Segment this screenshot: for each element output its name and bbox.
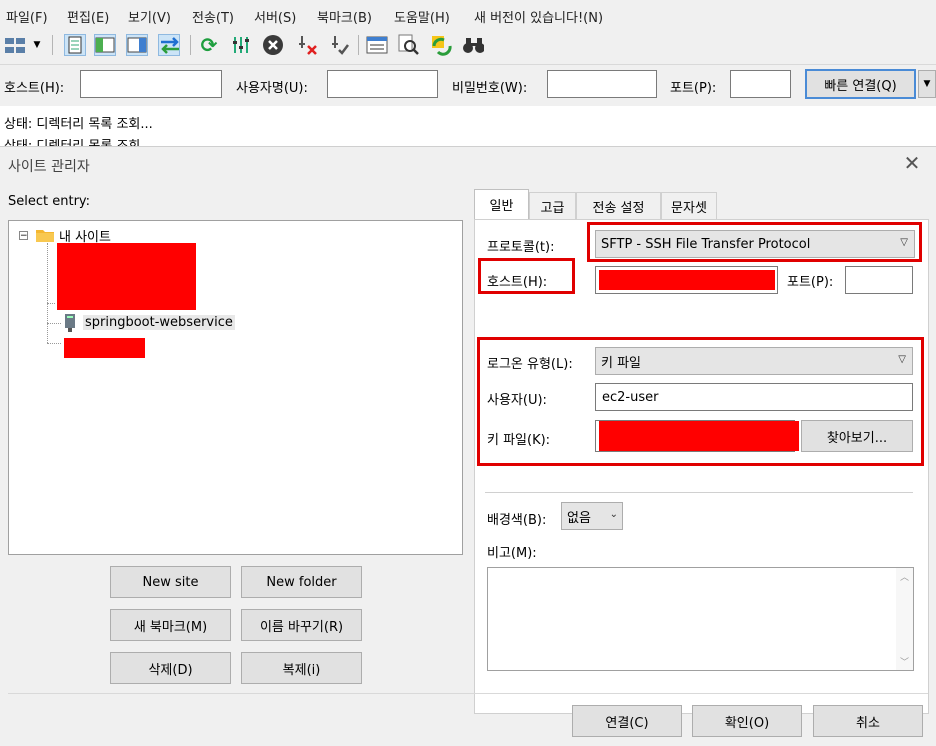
filter-icon[interactable] — [230, 34, 252, 56]
transfer-queue-icon[interactable] — [158, 34, 180, 56]
new-bookmark-button[interactable]: 새 북마크(M) — [110, 609, 231, 641]
close-icon[interactable]: ✕ — [900, 151, 924, 175]
server-icon — [64, 313, 76, 337]
directory-listing-icon[interactable] — [366, 34, 388, 56]
tab-advanced[interactable]: 고급 — [529, 192, 576, 219]
binoculars-icon[interactable] — [462, 34, 484, 56]
chevron-down-icon[interactable]: ﹀ — [900, 655, 909, 668]
log-line: 상태: 디렉터리 목록 조회... — [4, 117, 153, 132]
comments-label: 비고(M): — [487, 546, 537, 561]
menu-edit[interactable]: 편집(E) — [67, 7, 109, 26]
chevron-down-icon[interactable]: ▼ — [30, 34, 44, 56]
comments-textarea[interactable]: ︿ ﹀ — [487, 567, 914, 671]
dialog-title: 사이트 관리자 — [8, 159, 90, 175]
menu-help[interactable]: 도움말(H) — [394, 7, 450, 26]
search-icon[interactable] — [398, 34, 420, 56]
menu-new-version[interactable]: 새 버전이 있습니다!(N) — [474, 7, 603, 26]
qc-pass-label: 비밀번호(W): — [452, 81, 528, 96]
select-entry-label: Select entry: — [8, 194, 91, 209]
folder-icon — [35, 227, 55, 247]
qc-user-label: 사용자명(U): — [236, 81, 308, 96]
highlight-box — [477, 337, 924, 466]
redacted-site-entry — [64, 338, 145, 358]
quickconnect-dropdown-icon[interactable]: ▼ — [918, 70, 936, 98]
site-tree[interactable]: − 내 사이트 springboot-webservice — [8, 220, 463, 555]
divider — [485, 492, 913, 493]
port-input[interactable] — [845, 266, 913, 294]
duplicate-button[interactable]: 복제(i) — [241, 652, 362, 684]
general-panel: 프로토콜(t): SFTP - SSH File Transfer Protoc… — [474, 219, 929, 714]
chevron-down-icon: ⌄ — [609, 509, 618, 520]
qc-port-label: 포트(P): — [670, 81, 717, 96]
redacted-host-value — [599, 270, 775, 290]
qc-user-input[interactable] — [327, 70, 438, 98]
rename-button[interactable]: 이름 바꾸기(R) — [241, 609, 362, 641]
menu-transfer[interactable]: 전송(T) — [192, 7, 234, 26]
bgcolor-select[interactable]: 없음 ⌄ — [561, 502, 623, 530]
delete-button[interactable]: 삭제(D) — [110, 652, 231, 684]
menu-server[interactable]: 서버(S) — [254, 7, 296, 26]
quickconnect-bar: 호스트(H): 사용자명(U): 비밀번호(W): 포트(P): 빠른 연결(Q… — [0, 64, 936, 105]
ok-button[interactable]: 확인(O) — [692, 705, 802, 737]
local-tree-icon[interactable] — [94, 34, 116, 56]
connect-button[interactable]: 연결(C) — [572, 705, 682, 737]
highlight-box — [478, 258, 575, 294]
tree-site-label[interactable]: springboot-webservice — [83, 315, 235, 330]
qc-port-input[interactable] — [730, 70, 791, 98]
cancel-button[interactable]: 취소 — [813, 705, 923, 737]
collapse-icon[interactable]: − — [19, 231, 28, 241]
message-log-icon[interactable] — [64, 34, 86, 56]
chevron-up-icon[interactable]: ︿ — [900, 570, 909, 583]
menu-view[interactable]: 보기(V) — [128, 7, 171, 26]
new-site-button[interactable]: New site — [110, 566, 231, 598]
divider — [8, 693, 928, 694]
site-manager-icon[interactable] — [4, 34, 26, 56]
message-log: 상태: 디렉터리 목록 조회... 상태: 디렉터리 목록 조회... — [0, 106, 936, 148]
port-label: 포트(P): — [787, 275, 834, 290]
remote-tree-icon[interactable] — [126, 34, 148, 56]
new-folder-button[interactable]: New folder — [241, 566, 362, 598]
menu-bookmarks[interactable]: 북마크(B) — [317, 7, 372, 26]
toolbar: ▼ ⟳ — [0, 30, 936, 60]
redacted-site-entry — [57, 243, 196, 310]
qc-pass-input[interactable] — [547, 70, 657, 98]
bgcolor-label: 배경색(B): — [487, 513, 547, 528]
reconnect-icon[interactable] — [328, 34, 350, 56]
refresh-icon[interactable]: ⟳ — [198, 33, 220, 57]
qc-host-input[interactable] — [80, 70, 222, 98]
menu-file[interactable]: 파일(F) — [6, 7, 48, 26]
protocol-label: 프로토콜(t): — [487, 240, 555, 255]
highlight-box — [587, 222, 922, 262]
tab-transfer-settings[interactable]: 전송 설정 — [576, 192, 661, 219]
menu-bar: 파일(F) 편집(E) 보기(V) 전송(T) 서버(S) 북마크(B) 도움말… — [0, 0, 936, 30]
sync-browsing-icon[interactable] — [430, 34, 452, 56]
scrollbar[interactable]: ︿ ﹀ — [896, 568, 913, 670]
tab-general[interactable]: 일반 — [474, 189, 529, 219]
bgcolor-value: 없음 — [567, 510, 591, 526]
disconnect-icon[interactable] — [296, 34, 318, 56]
tab-charset[interactable]: 문자셋 — [661, 192, 717, 219]
cancel-icon[interactable] — [262, 34, 284, 56]
qc-host-label: 호스트(H): — [4, 81, 65, 96]
quickconnect-button[interactable]: 빠른 연결(Q) — [805, 69, 916, 99]
site-manager-dialog: 사이트 관리자 ✕ Select entry: − 내 사이트 springbo… — [0, 146, 936, 746]
